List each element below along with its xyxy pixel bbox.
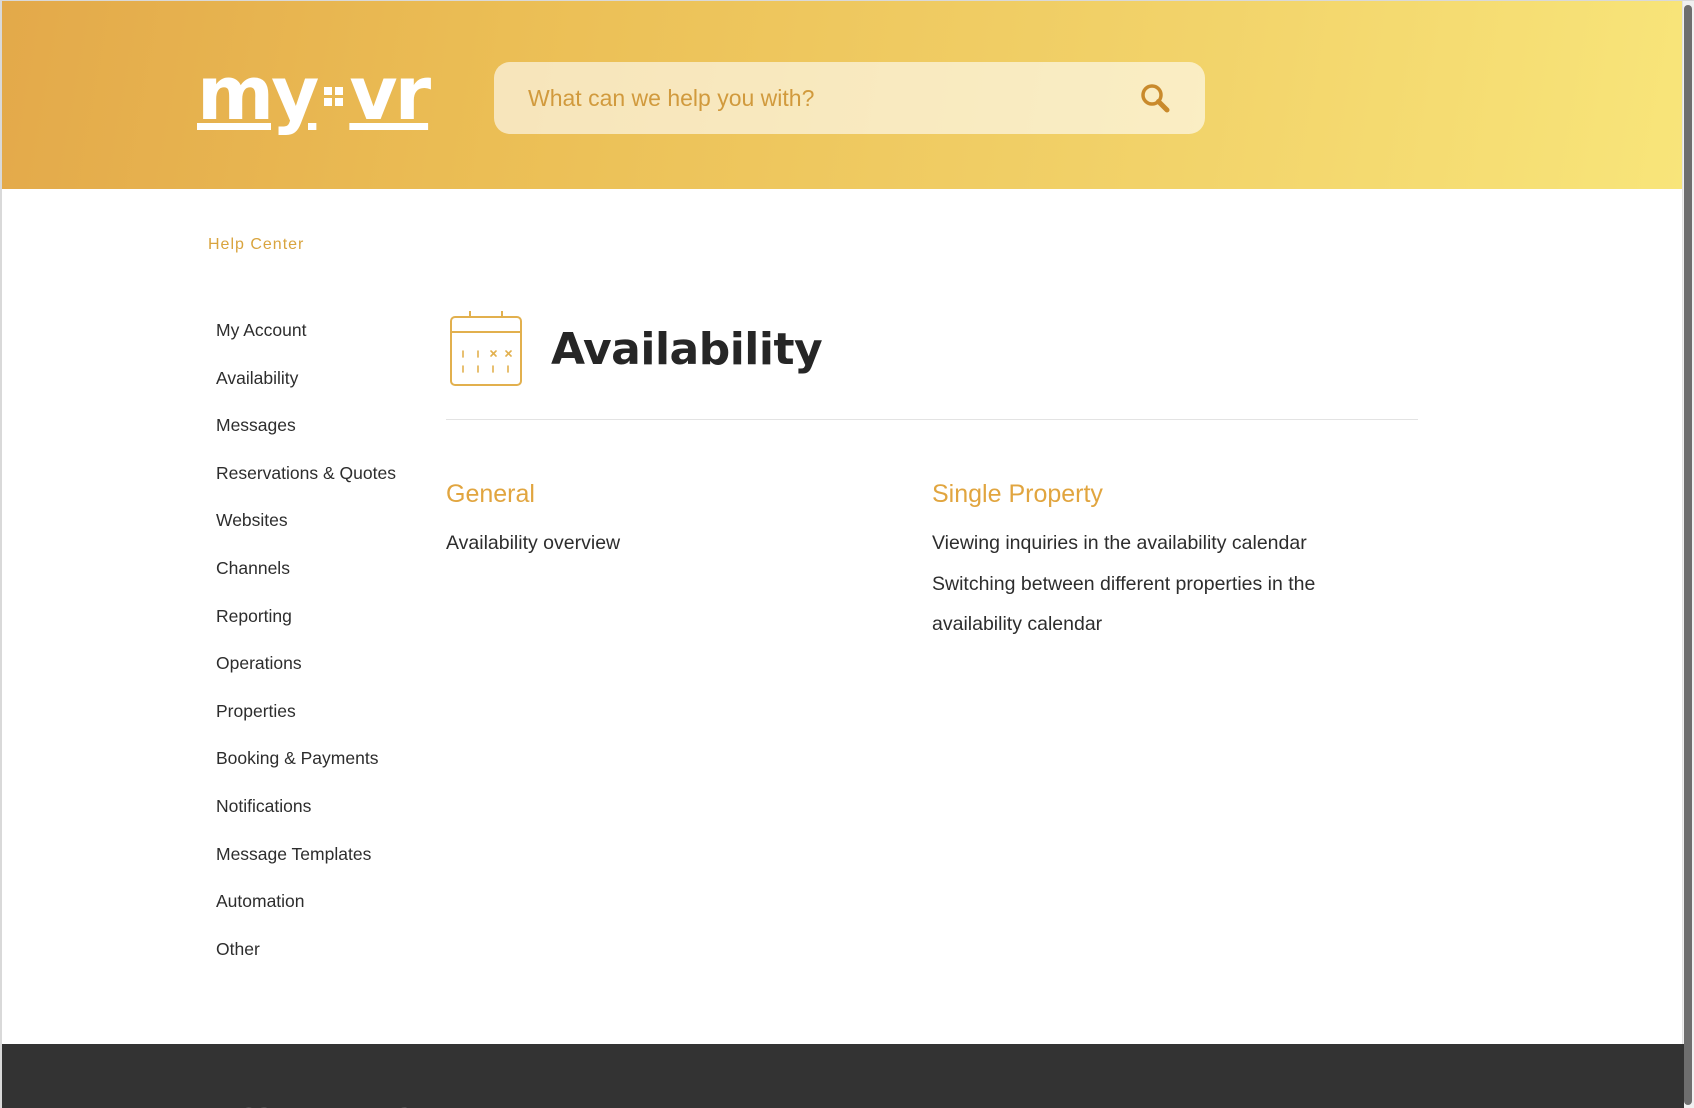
sidebar-item-availability[interactable]: Availability (216, 361, 416, 409)
logo-mark-icon (324, 86, 344, 106)
scrollbar-thumb[interactable] (1684, 5, 1692, 1105)
section-title[interactable]: Single Property (932, 480, 1418, 509)
footer-logo: my :: vr (230, 1096, 407, 1108)
calendar-icon (450, 311, 522, 386)
article-link[interactable]: Viewing inquiries in the availability ca… (932, 523, 1352, 564)
category-content: Availability General Availability overvi… (446, 309, 1418, 645)
section-single-property: Single Property Viewing inquiries in the… (932, 480, 1418, 645)
sidebar-item-operations[interactable]: Operations (216, 646, 416, 694)
category-sidebar: My Account Availability Messages Reserva… (216, 313, 416, 979)
search-icon[interactable] (1139, 82, 1171, 114)
scrollbar[interactable] (1682, 1, 1694, 1108)
sidebar-item-reservations-quotes[interactable]: Reservations & Quotes (216, 456, 416, 504)
sidebar-item-reporting[interactable]: Reporting (216, 599, 416, 647)
sidebar-item-messages[interactable]: Messages (216, 408, 416, 456)
article-link[interactable]: Availability overview (446, 523, 866, 564)
myvr-logo[interactable]: my vr (197, 51, 431, 137)
section-title-text: Single Property (932, 480, 1103, 508)
search-bar (494, 62, 1205, 134)
sidebar-item-properties[interactable]: Properties (216, 694, 416, 742)
search-input[interactable] (528, 84, 1139, 112)
footer-logo-text-vr: vr (358, 1092, 406, 1108)
breadcrumb-help-center[interactable]: Help Center (208, 236, 304, 254)
page: my vr Help Center My Account Availabilit… (0, 0, 1694, 1108)
section-grid: General Availability overview Single Pro… (446, 480, 1418, 645)
site-header: my vr (2, 1, 1684, 189)
sidebar-item-booking-payments[interactable]: Booking & Payments (216, 741, 416, 789)
sidebar-item-websites[interactable]: Websites (216, 503, 416, 551)
sidebar-item-notifications[interactable]: Notifications (216, 789, 416, 837)
section-general: General Availability overview (446, 480, 932, 645)
title-divider (446, 419, 1418, 420)
section-title[interactable]: General (446, 480, 932, 509)
category-header: Availability (446, 309, 1418, 389)
footer-logo-mark-icon: :: (301, 1092, 359, 1108)
logo-text-vr: vr (349, 51, 431, 137)
section-title-text: General (446, 480, 535, 508)
sidebar-item-automation[interactable]: Automation (216, 884, 416, 932)
footer-logo-text-my: my (230, 1092, 303, 1108)
sidebar-item-channels[interactable]: Channels (216, 551, 416, 599)
sidebar-item-message-templates[interactable]: Message Templates (216, 837, 416, 885)
page-title: Availability (551, 323, 823, 375)
sidebar-item-other[interactable]: Other (216, 932, 416, 980)
article-link[interactable]: Switching between different properties i… (932, 564, 1352, 645)
site-footer: my :: vr (2, 1044, 1684, 1108)
logo-text-my: my (197, 51, 319, 137)
sidebar-item-my-account[interactable]: My Account (216, 313, 416, 361)
